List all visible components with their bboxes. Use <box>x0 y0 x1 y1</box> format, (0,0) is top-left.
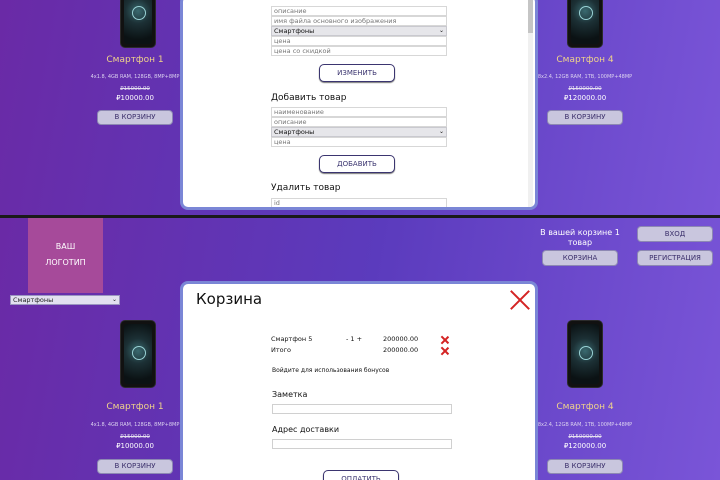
logo-line: ЛОГОТИП <box>45 258 86 267</box>
add-to-cart-button[interactable]: В КОРЗИНУ <box>97 110 173 125</box>
description-input[interactable]: описание <box>271 6 447 16</box>
chevron-down-icon: ⌄ <box>438 27 444 34</box>
edit-button[interactable]: ИЗМЕНИТЬ <box>319 64 395 82</box>
cart-button[interactable]: КОРЗИНА <box>542 250 618 266</box>
price-input[interactable]: цена <box>271 137 447 147</box>
logo[interactable]: ВАШ ЛОГОТИП <box>28 218 103 293</box>
login-button[interactable]: ВХОД <box>637 226 713 242</box>
cart-item-price: 200000.00 <box>383 335 419 343</box>
product-image[interactable] <box>120 320 156 388</box>
chevron-down-icon: ⌄ <box>111 296 117 303</box>
pay-button[interactable]: ОПЛАТИТЬ <box>323 470 399 480</box>
discount-price-input[interactable]: цена со скидкой <box>271 46 447 56</box>
cart-info-text: В вашей корзине 1 товар <box>540 228 620 247</box>
cart-view-panel: ВАШ ЛОГОТИП Смартфоны ⌄ В вашей корзине 1… <box>0 218 720 480</box>
image-file-input[interactable]: имя файла основного изображения <box>271 16 447 26</box>
add-to-cart-button[interactable]: В КОРЗИНУ <box>97 459 173 474</box>
delivery-address-label: Адрес доставки <box>272 425 340 434</box>
note-label: Заметка <box>272 390 308 399</box>
add-to-cart-button[interactable]: В КОРЗИНУ <box>547 110 623 125</box>
clear-cart-icon[interactable] <box>441 347 449 355</box>
register-button[interactable]: РЕГИСТРАЦИЯ <box>637 250 713 266</box>
add-button[interactable]: ДОБАВИТЬ <box>319 155 395 173</box>
cart-item-name: Смартфон 5 <box>271 335 313 343</box>
bonus-login-link[interactable]: Войдите для использования бонусов <box>272 367 389 374</box>
description-input[interactable]: описание <box>271 117 447 127</box>
name-input[interactable]: наименование <box>271 107 447 117</box>
cart-title: Корзина <box>196 290 263 308</box>
category-select-value: Смартфоны <box>274 128 315 136</box>
quantity-stepper[interactable]: - 1 + <box>346 335 362 343</box>
product-image[interactable] <box>120 0 156 48</box>
product-image[interactable] <box>567 320 603 388</box>
admin-view-panel: Смартфон 1 4x1.8, 4GB RAM, 128GB, 8MP+8M… <box>0 0 720 216</box>
category-select-value: Смартфоны <box>13 296 54 304</box>
product-image[interactable] <box>567 0 603 48</box>
remove-item-icon[interactable] <box>441 336 449 344</box>
id-input[interactable]: id <box>271 198 447 207</box>
note-input[interactable] <box>272 404 452 414</box>
delivery-address-input[interactable] <box>272 439 452 449</box>
cart-total-label: Итого <box>271 346 292 354</box>
delete-product-heading: Удалить товар <box>271 183 341 193</box>
scrollbar[interactable] <box>528 0 533 207</box>
category-select[interactable]: Смартфоны ⌄ <box>271 127 447 137</box>
category-select[interactable]: Смартфоны ⌄ <box>10 295 120 305</box>
logo-line: ВАШ <box>55 242 76 251</box>
cart-modal: Корзина Смартфон 5 - 1 + 200000.00 Итого… <box>180 281 538 480</box>
add-product-heading: Добавить товар <box>271 93 347 103</box>
add-to-cart-button[interactable]: В КОРЗИНУ <box>547 459 623 474</box>
admin-modal: описание имя файла основного изображения… <box>180 0 538 210</box>
category-select-value: Смартфоны <box>274 27 315 35</box>
category-select[interactable]: Смартфоны ⌄ <box>271 26 447 36</box>
cart-total-price: 200000.00 <box>383 346 419 354</box>
price-input[interactable]: цена <box>271 36 447 46</box>
close-icon[interactable] <box>510 290 530 310</box>
chevron-down-icon: ⌄ <box>438 128 444 135</box>
